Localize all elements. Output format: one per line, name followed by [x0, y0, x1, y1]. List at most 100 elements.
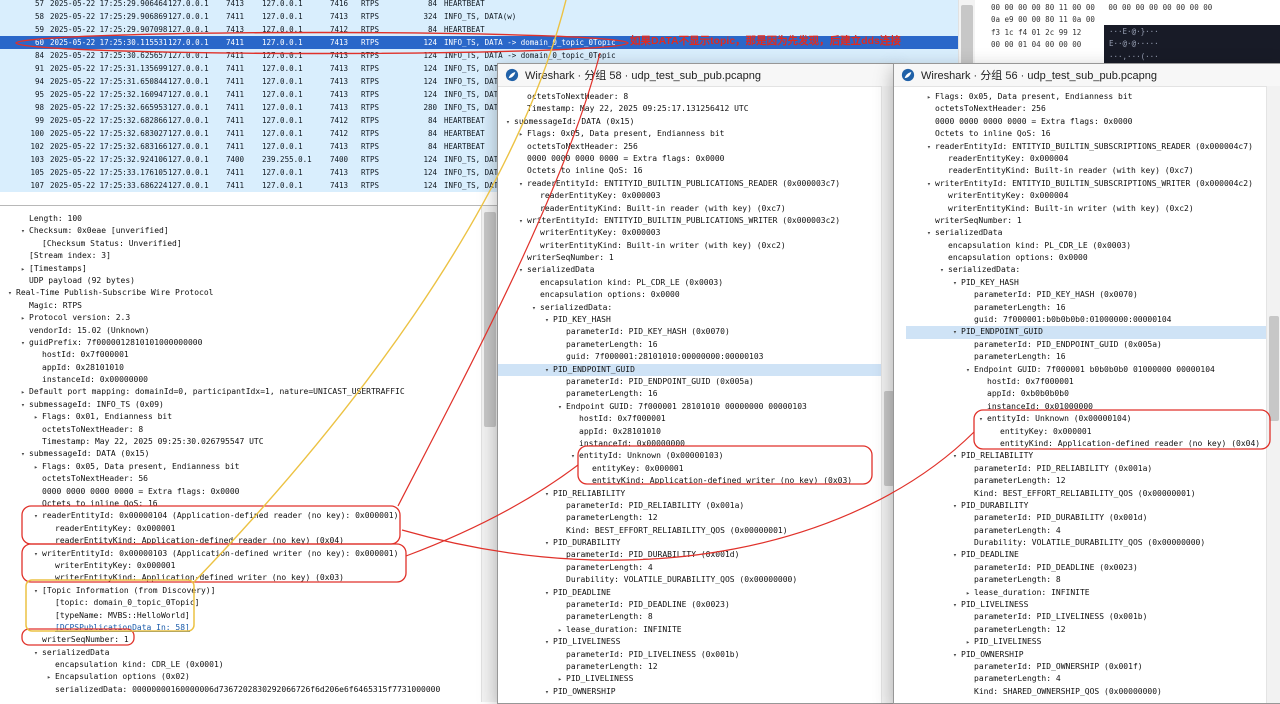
tree-row[interactable]: Durability: VOLATILE_DURABILITY_QOS (0x0…: [906, 537, 1267, 549]
tree-row[interactable]: parameterId: PID_DURABILITY (0x001d): [498, 549, 882, 561]
expand-toggle-icon[interactable]: ▸: [554, 673, 566, 685]
tree-row[interactable]: appId: 0xb0b0b0b0: [906, 388, 1267, 400]
tree-row[interactable]: ▸Encapsulation options (0x02): [0, 671, 497, 683]
tree-row[interactable]: parameterLength: 12: [498, 661, 882, 673]
tree-row[interactable]: UDP payload (92 bytes): [0, 275, 497, 287]
tree-row[interactable]: ▾serializedData: [498, 264, 882, 276]
expand-toggle-icon[interactable]: ▾: [923, 141, 935, 153]
tree-row[interactable]: ▾PID_ENDPOINT_GUID: [498, 364, 882, 376]
tree-row[interactable]: writerEntityKey: 0x000003: [498, 227, 882, 239]
tree-row[interactable]: ▾PID_LIVELINESS: [498, 636, 882, 648]
expand-toggle-icon[interactable]: ▾: [4, 287, 16, 299]
tree-row[interactable]: ▾serializedData: [906, 227, 1267, 239]
tree-row[interactable]: ▾serializedData:: [498, 302, 882, 314]
tree-row[interactable]: Magic: RTPS: [0, 300, 497, 312]
tree-row[interactable]: ▾PID_RELIABILITY: [906, 450, 1267, 462]
tree-row[interactable]: Kind: SHARED_OWNERSHIP_QOS (0x00000000): [906, 686, 1267, 698]
tree-row[interactable]: parameterLength: 12: [906, 475, 1267, 487]
tree-row[interactable]: writerSeqNumber: 1: [0, 634, 497, 646]
tree-row[interactable]: ▾entityId: Unknown (0x00000103): [498, 450, 882, 462]
tree-row[interactable]: parameterLength: 4: [498, 562, 882, 574]
tree-row[interactable]: ▾PID_ENDPOINT_GUID: [906, 326, 1267, 338]
tree-row[interactable]: Octets to inline QoS: 16: [0, 498, 497, 510]
packet-row[interactable]: 572025-05-22 17:25:29.906464127.0.0.1741…: [0, 0, 958, 10]
expand-toggle-icon[interactable]: ▾: [923, 227, 935, 239]
tree-row[interactable]: ▾Checksum: 0x0eae [unverified]: [0, 225, 497, 237]
tree-row[interactable]: parameterId: PID_KEY_HASH (0x0070): [906, 289, 1267, 301]
expand-toggle-icon[interactable]: ▾: [554, 401, 566, 413]
tree-row[interactable]: octetsToNextHeader: 256: [498, 141, 882, 153]
expand-toggle-icon[interactable]: ▸: [30, 461, 42, 473]
expand-toggle-icon[interactable]: ▾: [17, 337, 29, 349]
tree-row[interactable]: encapsulation kind: CDR_LE (0x0001): [0, 659, 497, 671]
expand-toggle-icon[interactable]: ▾: [949, 277, 961, 289]
expand-toggle-icon[interactable]: ▾: [936, 264, 948, 276]
expand-toggle-icon[interactable]: ▾: [515, 264, 527, 276]
expand-toggle-icon[interactable]: ▸: [30, 411, 42, 423]
tree-row[interactable]: entityKey: 0x000001: [498, 463, 882, 475]
tree-row[interactable]: instanceId: 0x00000000: [498, 438, 882, 450]
tree-row[interactable]: ▾PID_OWNERSHIP: [498, 686, 882, 698]
expand-toggle-icon[interactable]: ▸: [17, 263, 29, 275]
tree-row[interactable]: readerEntityKind: Application-defined re…: [0, 535, 497, 547]
tree-row[interactable]: ▾PID_DEADLINE: [498, 587, 882, 599]
tree-row[interactable]: serializedData: 00000000160000006d736720…: [0, 684, 497, 696]
tree-row[interactable]: ▸PID_LIVELINESS: [498, 673, 882, 685]
tree-row[interactable]: parameterLength: 16: [498, 339, 882, 351]
expand-toggle-icon[interactable]: ▾: [515, 215, 527, 227]
packet-row[interactable]: 592025-05-22 17:25:29.907098127.0.0.1741…: [0, 23, 958, 36]
tree-row[interactable]: ▾writerEntityId: 0x00000103 (Application…: [0, 548, 497, 560]
tree-row[interactable]: parameterLength: 8: [906, 574, 1267, 586]
tree-row[interactable]: entityKind: Application-defined writer (…: [498, 475, 882, 487]
tree-row[interactable]: ▸Default port mapping: domainId=0, parti…: [0, 386, 497, 398]
expand-toggle-icon[interactable]: ▾: [949, 599, 961, 611]
scrollbar-thumb[interactable]: [1269, 316, 1279, 421]
tree-row[interactable]: writerEntityKey: 0x000001: [0, 560, 497, 572]
dcps-publication-link[interactable]: [DCPSPublicationData In: 58]: [55, 623, 190, 632]
tree-row[interactable]: parameterId: PID_LIVELINESS (0x001b): [906, 611, 1267, 623]
expand-toggle-icon[interactable]: ▸: [17, 386, 29, 398]
tree-row[interactable]: ▾[Topic Information (from Discovery)]: [0, 585, 497, 597]
tree-row[interactable]: octetsToNextHeader: 8: [498, 91, 882, 103]
tree-row[interactable]: ▾serializedData: [0, 647, 497, 659]
expand-toggle-icon[interactable]: ▾: [528, 302, 540, 314]
detail-pane-scrollbar[interactable]: [481, 206, 498, 702]
expand-toggle-icon[interactable]: ▸: [43, 671, 55, 683]
tree-row[interactable]: ▾submessageId: DATA (0x15): [498, 116, 882, 128]
tree-row[interactable]: octetsToNextHeader: 8: [0, 424, 497, 436]
tree-row[interactable]: ▾PID_DURABILITY: [498, 537, 882, 549]
tree-row[interactable]: Kind: BEST_EFFORT_RELIABILITY_QOS (0x000…: [498, 525, 882, 537]
tree-row[interactable]: Durability: VOLATILE_DURABILITY_QOS (0x0…: [498, 574, 882, 586]
tree-row[interactable]: [Stream index: 3]: [0, 250, 497, 262]
tree-row[interactable]: writerEntityKind: Built-in writer (with …: [906, 203, 1267, 215]
tree-row[interactable]: appId: 0x28101010: [0, 362, 497, 374]
tree-row[interactable]: ▾serializedData:: [906, 264, 1267, 276]
tree-row[interactable]: ▸Flags: 0x05, Data present, Endianness b…: [498, 128, 882, 140]
tree-row[interactable]: [typeName: MVBS::HelloWorld]: [0, 610, 497, 622]
expand-toggle-icon[interactable]: ▾: [30, 510, 42, 522]
tree-row[interactable]: ▾readerEntityId: ENTITYID_BUILTIN_PUBLIC…: [498, 178, 882, 190]
tree-row[interactable]: hostId: 0x7f000001: [498, 413, 882, 425]
expand-toggle-icon[interactable]: ▾: [30, 647, 42, 659]
tree-row[interactable]: ▾writerEntityId: ENTITYID_BUILTIN_PUBLIC…: [498, 215, 882, 227]
tree-row[interactable]: parameterId: PID_KEY_HASH (0x0070): [498, 326, 882, 338]
packet-detail-pane[interactable]: Length: 100▾Checksum: 0x0eae [unverified…: [0, 205, 497, 703]
packet-row[interactable]: 842025-05-22 17:25:30.625657127.0.0.1741…: [0, 49, 958, 62]
expand-toggle-icon[interactable]: ▾: [541, 314, 553, 326]
tree-row[interactable]: octetsToNextHeader: 256: [906, 103, 1267, 115]
tree-row[interactable]: ▾PID_DURABILITY: [906, 500, 1267, 512]
tree-row[interactable]: ▸[Timestamps]: [0, 263, 497, 275]
dialog-56-detail-tree[interactable]: ▸Flags: 0x05, Data present, Endianness b…: [894, 86, 1267, 703]
tree-row[interactable]: Timestamp: May 22, 2025 09:25:17.1312564…: [498, 103, 882, 115]
tree-row[interactable]: readerEntityKind: Built-in reader (with …: [906, 165, 1267, 177]
tree-row[interactable]: ▾Endpoint GUID: 7f000001 28101010 000000…: [498, 401, 882, 413]
tree-row[interactable]: ▾submessageId: INFO_TS (0x09): [0, 399, 497, 411]
scrollbar-thumb[interactable]: [961, 5, 973, 69]
tree-row[interactable]: ▾PID_RELIABILITY: [498, 488, 882, 500]
tree-row[interactable]: writerEntityKind: Application-defined wr…: [0, 572, 497, 584]
tree-row[interactable]: ▸Flags: 0x05, Data present, Endianness b…: [0, 461, 497, 473]
dialog-56-scrollbar[interactable]: [1266, 86, 1280, 703]
tree-row[interactable]: parameterId: PID_RELIABILITY (0x001a): [906, 463, 1267, 475]
tree-row[interactable]: 0000 0000 0000 0000 = Extra flags: 0x000…: [498, 153, 882, 165]
expand-toggle-icon[interactable]: ▾: [949, 500, 961, 512]
